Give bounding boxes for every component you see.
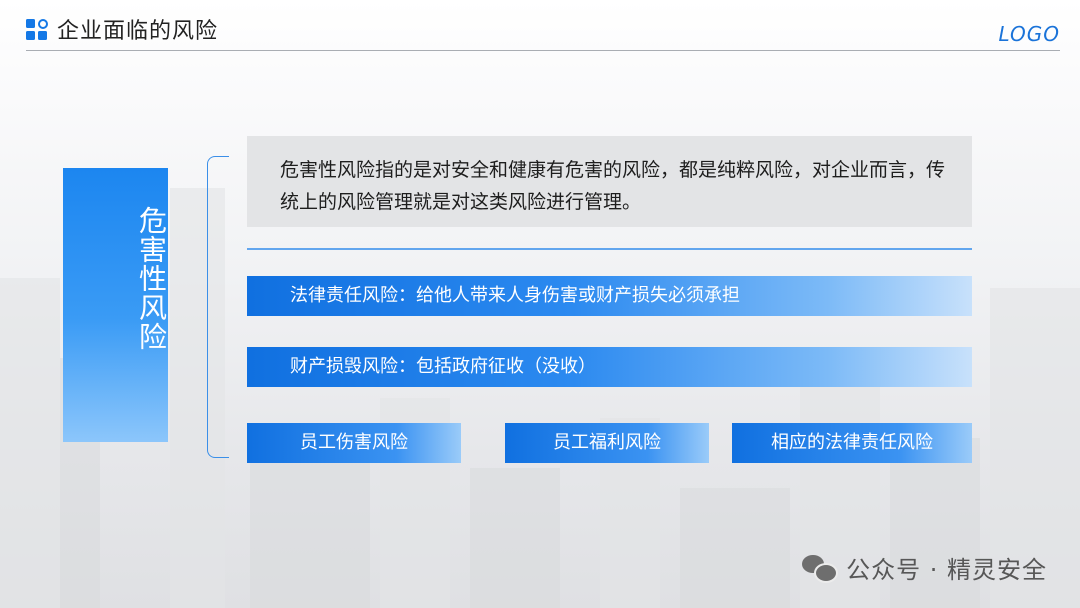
definition-box: 危害性风险指的是对安全和健康有危害的风险，都是纯粹风险，对企业而言，传统上的风险… bbox=[247, 136, 972, 227]
page-title: 企业面临的风险 bbox=[57, 19, 219, 44]
grid-logo-icon bbox=[26, 19, 48, 41]
side-label-char: 害 bbox=[135, 235, 168, 264]
side-label-char: 危 bbox=[135, 206, 168, 235]
employee-welfare-risk-bar: 员工福利风险 bbox=[505, 423, 709, 463]
property-damage-risk-bar: 财产损毁风险：包括政府征收（没收） bbox=[247, 347, 972, 387]
header-divider bbox=[26, 50, 1060, 51]
side-label-text: 危 害 性 风 险 bbox=[63, 206, 168, 351]
related-legal-liability-bar: 相应的法律责任风险 bbox=[732, 423, 972, 463]
bracket-connector bbox=[207, 156, 229, 458]
legal-liability-risk-bar: 法律责任风险：给他人带来人身伤害或财产损失必须承担 bbox=[247, 276, 972, 316]
side-label-box: 危 害 性 风 险 bbox=[63, 168, 168, 442]
side-label-char: 性 bbox=[135, 264, 168, 293]
employee-injury-risk-bar: 员工伤害风险 bbox=[247, 423, 461, 463]
logo-placeholder: LOGO bbox=[998, 22, 1060, 46]
watermark: 公众号 · 精灵安全 bbox=[802, 550, 1047, 585]
watermark-text: 公众号 · 精灵安全 bbox=[846, 556, 1047, 584]
header: 企业面临的风险 LOGO bbox=[0, 0, 1080, 52]
wechat-icon bbox=[802, 553, 839, 583]
side-label-char: 风 bbox=[135, 293, 168, 322]
definition-text: 危害性风险指的是对安全和健康有危害的风险，都是纯粹风险，对企业而言，传统上的风险… bbox=[280, 159, 946, 213]
side-label-char: 险 bbox=[135, 322, 168, 351]
definition-divider bbox=[247, 248, 972, 250]
